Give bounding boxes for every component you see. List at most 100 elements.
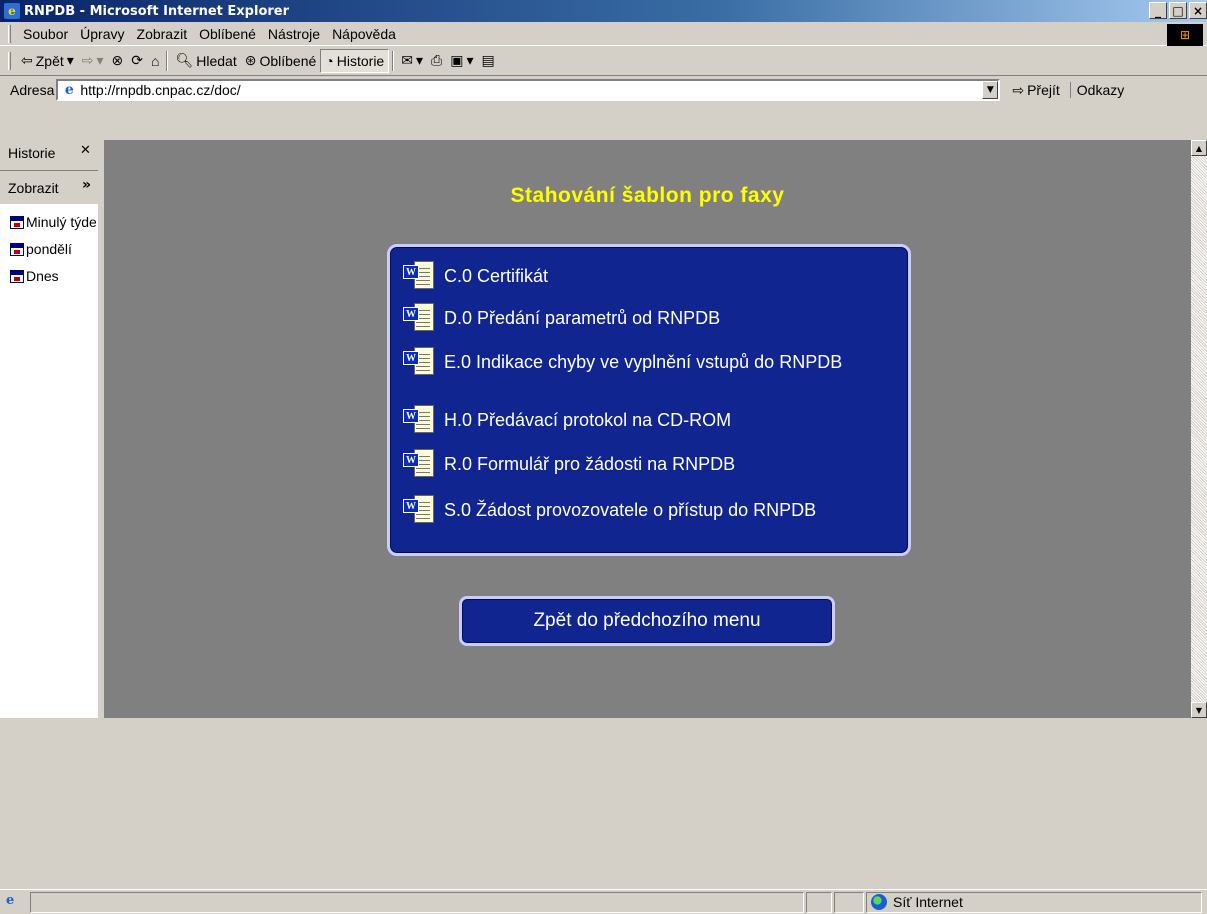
- forward-button[interactable]: ⇨ ▾: [78, 52, 108, 69]
- calendar-icon: [10, 215, 24, 229]
- word-document-icon: W: [402, 261, 436, 291]
- history-pane-header: [0, 104, 98, 140]
- chevron-down-icon: ▾: [466, 52, 474, 68]
- vertical-scrollbar[interactable]: ▲ ▼: [1191, 140, 1207, 718]
- address-label: Adresa: [10, 82, 55, 98]
- back-button[interactable]: ⇦ Zpět ▾: [17, 52, 78, 69]
- status-secure-panel: [834, 891, 864, 913]
- globe-icon: [871, 894, 887, 910]
- go-label: Přejít: [1027, 82, 1060, 98]
- minimize-button[interactable]: _: [1149, 2, 1167, 19]
- menu-view[interactable]: Zobrazit: [131, 26, 194, 42]
- go-arrow-icon: ⇨: [1012, 81, 1025, 98]
- menu-tools[interactable]: Nástroje: [262, 26, 326, 42]
- history-label: Historie: [336, 52, 385, 69]
- document-link-label[interactable]: H.0 Předávací protokol na CD-ROM: [444, 410, 894, 430]
- favorites-button[interactable]: ⊛ Oblíbené: [241, 52, 321, 69]
- history-item-today[interactable]: Dnes: [10, 268, 96, 284]
- chevron-down-icon[interactable]: ▾: [67, 52, 74, 69]
- document-link-label[interactable]: S.0 Žádost provozovatele o přístup do RN…: [444, 500, 894, 520]
- document-link-r0[interactable]: W R.0 Formulář pro žádosti na RNPDB: [402, 449, 894, 479]
- document-link-c0[interactable]: W C.0 Certifikát: [402, 261, 894, 291]
- search-button[interactable]: 🔍︎ Hledat: [171, 52, 240, 69]
- history-item-monday[interactable]: pondělí: [10, 241, 96, 257]
- document-link-label[interactable]: E.0 Indikace chyby ve vyplnění vstupů do…: [444, 352, 894, 372]
- discuss-icon: ▤: [481, 52, 495, 68]
- word-document-icon: W: [402, 449, 436, 479]
- print-icon: ⎙: [431, 52, 443, 68]
- window-title-bar: e RNPDB - Microsoft Internet Explorer _ …: [0, 0, 1207, 22]
- standard-toolbar: ⇦ Zpět ▾ ⇨ ▾ ⊗ ⟳ ⌂ 🔍︎ Hledat ⊛ Oblíbené …: [0, 46, 1207, 76]
- links-label: Odkazy: [1076, 82, 1125, 98]
- history-item-last-week[interactable]: Minulý týden: [10, 214, 96, 230]
- address-dropdown-button[interactable]: ▼: [982, 81, 999, 99]
- security-zone-label: Síť Internet: [893, 894, 963, 910]
- favorites-label: Oblíbené: [259, 52, 317, 69]
- word-document-icon: W: [402, 405, 436, 435]
- favorites-icon: ⊛: [244, 52, 257, 68]
- word-document-icon: W: [402, 347, 436, 377]
- word-document-icon: W: [402, 495, 436, 525]
- document-link-label[interactable]: R.0 Formulář pro žádosti na RNPDB: [444, 454, 894, 474]
- menu-file[interactable]: Soubor: [17, 26, 74, 42]
- history-icon: ◔: [325, 52, 334, 69]
- close-icon[interactable]: ✕: [80, 143, 91, 158]
- ie-icon[interactable]: e: [4, 3, 20, 19]
- refresh-button[interactable]: ⟳: [127, 52, 147, 69]
- toolbar-grip[interactable]: [8, 51, 11, 70]
- chevron-down-icon: ▾: [415, 52, 423, 68]
- history-button[interactable]: ◔ Historie: [320, 48, 390, 73]
- edit-button[interactable]: ▣ ▾: [446, 52, 477, 69]
- page-status-icon: e: [6, 893, 15, 908]
- home-icon: ⌂: [151, 52, 160, 69]
- address-bar: Adresa e http://rnpdb.cnpac.cz/doc/ ▼ ⇨ …: [0, 76, 1207, 104]
- go-button[interactable]: ⇨ Přejít: [1012, 82, 1059, 99]
- links-button[interactable]: Odkazy: [1069, 82, 1125, 98]
- menu-edit[interactable]: Úpravy: [74, 26, 130, 42]
- search-label: Hledat: [196, 52, 237, 69]
- back-label: Zpět: [35, 52, 64, 69]
- document-list: W C.0 Certifikát W D.0 Předání parametrů…: [387, 244, 911, 556]
- view-menu-button[interactable]: Zobrazit: [8, 180, 59, 196]
- back-to-menu-button[interactable]: Zpět do předchozího menu: [459, 596, 835, 646]
- maximize-button[interactable]: □: [1169, 2, 1187, 19]
- stop-button[interactable]: ⊗: [108, 52, 128, 69]
- close-button[interactable]: ×: [1189, 2, 1207, 19]
- word-edit-icon: ▣: [450, 52, 464, 68]
- windows-logo-icon: ⊞: [1167, 24, 1203, 46]
- calendar-icon: [10, 242, 24, 256]
- scroll-up-button[interactable]: ▲: [1191, 140, 1207, 156]
- toolbar-grip[interactable]: [8, 24, 11, 43]
- history-item-label: Dnes: [26, 268, 59, 284]
- discuss-button[interactable]: ▤: [477, 52, 498, 69]
- mail-button[interactable]: ✉ ▾: [397, 52, 427, 69]
- word-document-icon: W: [402, 303, 436, 333]
- document-link-label[interactable]: D.0 Předání parametrů od RNPDB: [444, 308, 894, 328]
- search-icon: 🔍︎: [175, 52, 194, 68]
- document-link-label[interactable]: C.0 Certifikát: [444, 266, 894, 286]
- stop-icon: ⊗: [111, 52, 124, 68]
- document-link-e0[interactable]: W E.0 Indikace chyby ve vyplnění vstupů …: [402, 347, 894, 377]
- scroll-down-button[interactable]: ▼: [1191, 702, 1207, 718]
- menu-bar: Soubor Úpravy Zobrazit Oblíbené Nástroje…: [0, 22, 1207, 46]
- print-button[interactable]: ⎙: [427, 52, 446, 69]
- menu-favorites[interactable]: Oblíbené: [193, 26, 262, 42]
- toolbar-separator: [392, 50, 395, 71]
- chevron-right-icon[interactable]: »: [82, 177, 91, 193]
- chevron-down-icon[interactable]: ▾: [97, 52, 104, 69]
- document-link-d0[interactable]: W D.0 Předání parametrů od RNPDB: [402, 303, 894, 333]
- toolbar-separator: [166, 50, 169, 71]
- document-link-s0[interactable]: W S.0 Žádost provozovatele o přístup do …: [402, 495, 894, 525]
- history-pane-title: Historie: [8, 145, 56, 161]
- page-icon: e: [64, 82, 74, 98]
- status-progress-panel: [806, 891, 832, 913]
- document-link-h0[interactable]: W H.0 Předávací protokol na CD-ROM: [402, 405, 894, 435]
- status-text-panel: [30, 891, 804, 913]
- calendar-icon: [10, 269, 24, 283]
- address-url[interactable]: http://rnpdb.cnpac.cz/doc/: [80, 82, 240, 98]
- home-button[interactable]: ⌂: [147, 53, 163, 69]
- back-arrow-icon: ⇦: [21, 52, 33, 68]
- address-input[interactable]: e http://rnpdb.cnpac.cz/doc/ ▼: [56, 79, 1001, 101]
- menu-help[interactable]: Nápověda: [326, 26, 402, 42]
- page-content: Stahování šablon pro faxy W C.0 Certifik…: [104, 140, 1191, 718]
